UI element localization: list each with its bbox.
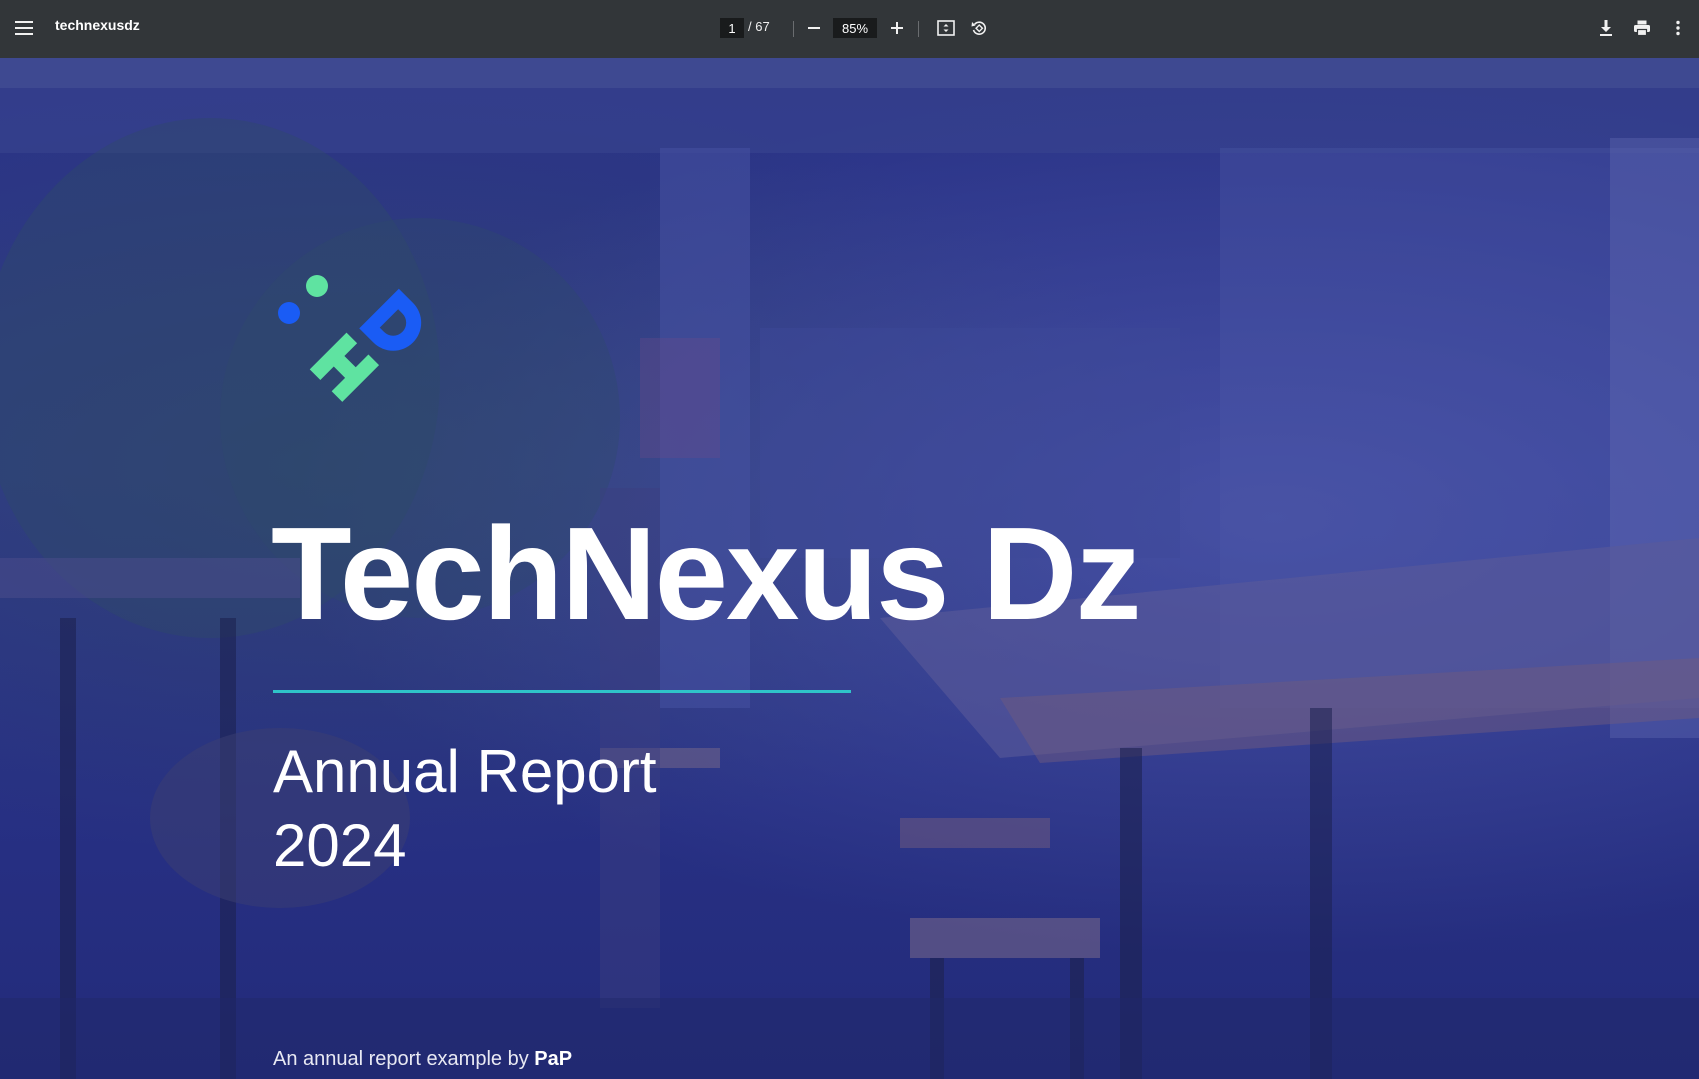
download-icon — [1600, 20, 1612, 36]
zoom-in-icon — [891, 22, 903, 34]
company-name: TechNexus Dz — [271, 500, 1141, 647]
menu-icon — [15, 21, 33, 35]
zoom-in-button[interactable] — [882, 13, 912, 43]
report-title: Annual Report — [273, 738, 657, 805]
print-button[interactable] — [1627, 13, 1657, 43]
report-year: 2024 — [273, 812, 407, 879]
pdf-page: TechNexus Dz Annual Report 2024 An annua… — [0, 58, 1699, 1079]
credit-prefix: An annual report example by — [273, 1048, 529, 1070]
rotate-icon — [971, 21, 986, 35]
fit-page-icon — [937, 20, 955, 36]
print-icon — [1634, 20, 1650, 37]
rotate-button[interactable] — [964, 13, 994, 43]
document-title: technexusdz — [55, 17, 140, 33]
pdf-toolbar: technexusdz / 67 — [0, 0, 1699, 58]
zoom-level-input[interactable] — [833, 18, 877, 38]
company-logo — [278, 275, 422, 402]
fit-page-button[interactable] — [931, 13, 961, 43]
zoom-out-button[interactable] — [799, 13, 829, 43]
toolbar-divider — [918, 21, 919, 37]
page-total: / 67 — [748, 19, 770, 34]
page-number-input[interactable] — [720, 18, 744, 38]
more-options-button[interactable] — [1663, 13, 1693, 43]
menu-button[interactable] — [6, 9, 42, 47]
more-vert-icon — [1676, 20, 1680, 36]
zoom-out-icon — [808, 27, 820, 29]
credit-author: PaP — [534, 1048, 573, 1070]
report-credit: An annual report example by PaP — [273, 1048, 572, 1071]
toolbar-divider — [793, 21, 794, 37]
title-divider — [273, 690, 851, 693]
download-button[interactable] — [1591, 13, 1621, 43]
document-viewer[interactable]: TechNexus Dz Annual Report 2024 An annua… — [0, 58, 1699, 1079]
